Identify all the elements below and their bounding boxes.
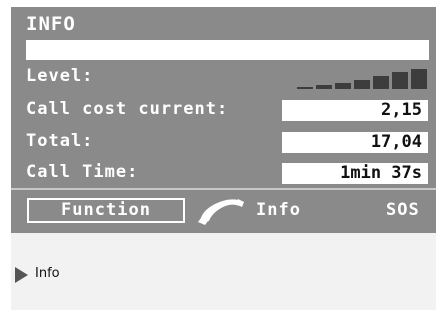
sos-softkey[interactable]: SOS <box>386 200 420 220</box>
info-softkey[interactable]: Info <box>256 200 301 220</box>
call-time-value: 1min 37s <box>282 163 428 184</box>
play-arrow-icon <box>15 267 28 283</box>
screen-title: INFO <box>26 13 76 35</box>
bottom-info-label[interactable]: Info <box>35 266 60 281</box>
total-label: Total: <box>26 131 94 151</box>
bottom-menu: Info <box>11 233 436 310</box>
total-value: 17,04 <box>282 132 428 153</box>
softkey-bar: Function Info SOS <box>11 195 436 229</box>
softkey-divider <box>11 188 436 190</box>
function-softkey[interactable]: Function <box>27 198 185 223</box>
call-time-label: Call Time: <box>26 162 139 182</box>
phone-handset-icon[interactable] <box>195 195 247 227</box>
blank-bar <box>26 40 429 60</box>
phone-screen: INFO Level: Call cost current: 2,15 Tota… <box>0 0 439 310</box>
level-label: Level: <box>26 66 94 86</box>
call-cost-current-label: Call cost current: <box>26 99 229 119</box>
call-cost-current-value: 2,15 <box>282 100 428 121</box>
signal-strength-icon <box>297 65 429 89</box>
